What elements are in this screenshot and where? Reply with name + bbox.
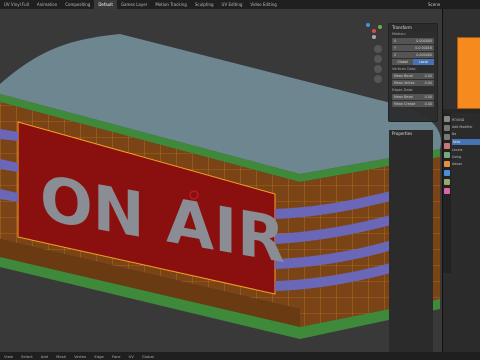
vertex-mean-bevel[interactable]: Mean Bevel 0.00 <box>392 73 434 79</box>
object-tab-icon[interactable] <box>444 161 450 167</box>
workspace-tab[interactable]: UV Vinyl Full <box>0 0 33 9</box>
orientation-dropdown[interactable]: Global <box>138 354 158 359</box>
output-tab-icon[interactable] <box>444 134 450 140</box>
global-button[interactable]: Global <box>392 59 413 65</box>
edges-data-label: Edges Data: <box>392 88 414 92</box>
menu-vertex[interactable]: Vertex <box>70 354 90 359</box>
edge-mean-bevel[interactable]: Mean Bevel 0.00 <box>392 94 434 100</box>
menu-face[interactable]: Face <box>108 354 125 359</box>
vertex-mean-vertex[interactable]: Mean Vertex 0.00 <box>392 80 434 86</box>
modifier-item[interactable]: Levels <box>452 148 480 152</box>
coord-z[interactable]: Z 0.000000 <box>392 52 434 58</box>
workspace-tab[interactable]: Animation <box>33 0 61 9</box>
properties-header[interactable]: Properties <box>389 130 433 352</box>
world-tab-icon[interactable] <box>444 152 450 158</box>
pan-icon[interactable] <box>374 55 382 63</box>
properties-tabs <box>443 113 451 273</box>
modifier-item[interactable]: Ba <box>452 132 480 136</box>
3d-viewport[interactable]: ON AIR Transform Median: X 0.000000 Y 0.0 … <box>0 9 442 352</box>
local-button[interactable]: Local <box>413 59 434 65</box>
modifier-item[interactable]: Advan <box>452 162 480 166</box>
coord-x[interactable]: X 0.000000 <box>392 38 434 44</box>
space-toggle: Global Local <box>392 59 434 65</box>
scene-selector[interactable]: Scene <box>428 0 440 9</box>
median-label: Median: <box>392 32 406 36</box>
coord-y[interactable]: Y 0.0 00016 <box>392 45 434 51</box>
menu-uv[interactable]: UV <box>124 354 137 359</box>
vertices-data-label: Vertices Data: <box>392 67 417 71</box>
modifier-tab-icon[interactable] <box>444 170 450 176</box>
outliner[interactable] <box>443 9 480 109</box>
workspace-tab[interactable]: Sculpting <box>191 0 218 9</box>
workspace-tab[interactable]: Video Editing <box>246 0 280 9</box>
grid-icon[interactable] <box>374 75 382 83</box>
workspace-tab[interactable]: Games Layer <box>117 0 151 9</box>
properties-editor: ROUND Add Modifier Ba Univ Levels Using … <box>443 113 480 352</box>
zoom-icon[interactable] <box>374 45 382 53</box>
menu-edge[interactable]: Edge <box>90 354 108 359</box>
menu-view[interactable]: View <box>0 354 17 359</box>
particles-tab-icon[interactable] <box>444 179 450 185</box>
menu-select[interactable]: Select <box>17 354 37 359</box>
object-name: ROUND <box>452 118 465 122</box>
right-sidebar: ROUND Add Modifier Ba Univ Levels Using … <box>442 9 480 352</box>
add-modifier-button[interactable]: Add Modifier <box>452 125 480 129</box>
workspace-tab[interactable]: Compositing <box>61 0 94 9</box>
modifier-item[interactable]: Using <box>452 155 480 159</box>
modifier-panel: ROUND Add Modifier Ba Univ Levels Using … <box>452 115 480 169</box>
viewport-header: View Select Add Mesh Vertex Edge Face UV… <box>0 352 480 360</box>
transform-panel: Transform Median: X 0.000000 Y 0.0 00016 Z… <box>388 23 438 352</box>
render-tab-icon[interactable] <box>444 125 450 131</box>
scene-tab-icon[interactable] <box>444 143 450 149</box>
workspace-tab-active[interactable]: Default <box>94 0 117 9</box>
tool-tab-icon[interactable] <box>444 116 450 122</box>
viewport-tools <box>374 45 384 85</box>
camera-icon[interactable] <box>374 65 382 73</box>
navigation-gizmo[interactable] <box>362 19 386 43</box>
workspace-tab[interactable]: UV Editing <box>218 0 247 9</box>
menu-add[interactable]: Add <box>37 354 52 359</box>
texture-thumbnail <box>457 37 480 109</box>
transform-header[interactable]: Transform <box>389 24 437 31</box>
edge-mean-crease[interactable]: Mean Crease 0.00 <box>392 101 434 107</box>
physics-tab-icon[interactable] <box>444 188 450 194</box>
modifier-item-active[interactable]: Univ <box>452 139 480 145</box>
menu-mesh[interactable]: Mesh <box>52 354 70 359</box>
workspace-tab[interactable]: Motion Tracking <box>151 0 190 9</box>
